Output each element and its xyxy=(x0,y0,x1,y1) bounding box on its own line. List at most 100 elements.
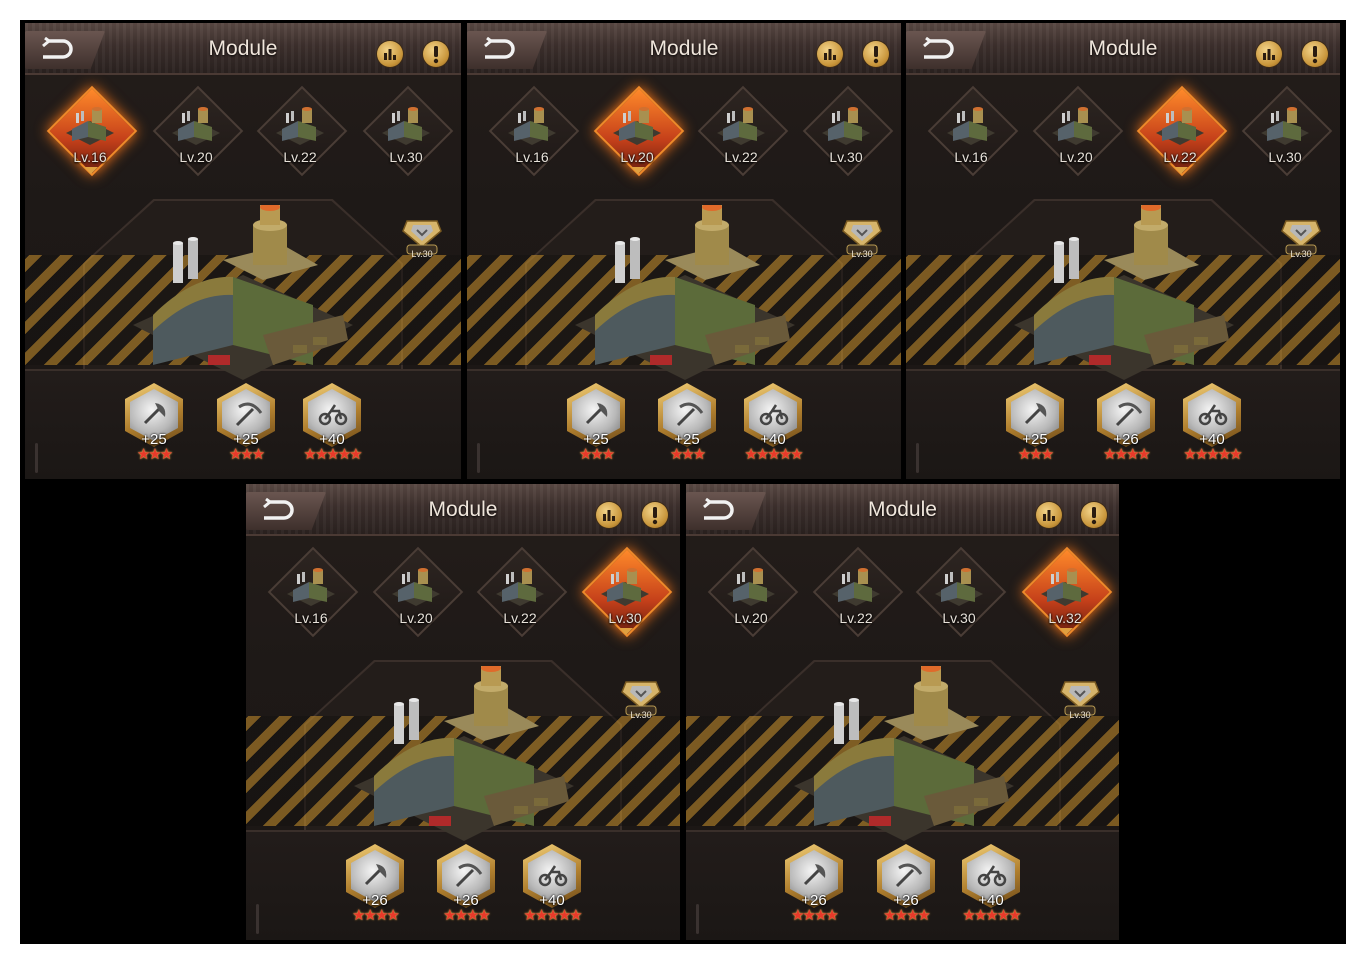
motorcycle-icon xyxy=(759,404,789,426)
module-slot-2[interactable]: +26 ★★★★ xyxy=(871,842,941,926)
tier-level-label: Lv.22 xyxy=(1163,149,1197,165)
tier-option-4[interactable]: Lv.30 xyxy=(581,546,673,638)
module-slot-2[interactable]: +26 ★★★★ xyxy=(431,842,501,926)
exclamation-icon xyxy=(433,46,439,64)
module-slot-3[interactable]: +40 ★★★★★ xyxy=(738,381,808,465)
tier-option-3[interactable]: Lv.22 xyxy=(1136,85,1228,177)
star-rating: ★★★ xyxy=(136,446,173,463)
pickaxe-icon xyxy=(895,863,923,888)
factory-thumbnail-icon xyxy=(1037,562,1093,615)
tier-option-2[interactable]: Lv.20 xyxy=(152,85,244,177)
tier-option-1[interactable]: Lv.16 xyxy=(46,85,138,177)
tier-option-4[interactable]: Lv.30 xyxy=(802,85,894,177)
tier-level-label: Lv.22 xyxy=(839,610,873,626)
axe-icon xyxy=(803,864,826,886)
badge-level-label: Lv.30 xyxy=(411,249,433,259)
stats-button[interactable] xyxy=(596,502,622,528)
axe-icon xyxy=(1024,403,1047,425)
factory-thumbnail-icon xyxy=(272,101,328,154)
info-button[interactable] xyxy=(863,41,889,67)
factory-thumbnail-icon xyxy=(283,562,339,615)
badge-level-label: Lv.30 xyxy=(1290,249,1312,259)
module-slot-3[interactable]: +40 ★★★★★ xyxy=(297,381,367,465)
module-slot-1[interactable]: +26 ★★★★ xyxy=(779,842,849,926)
level-badge[interactable]: Lv.30 xyxy=(397,215,447,265)
tier-option-2[interactable]: Lv.22 xyxy=(812,546,904,638)
tier-option-2[interactable]: Lv.20 xyxy=(1032,85,1124,177)
stats-button[interactable] xyxy=(1256,41,1282,67)
stats-button[interactable] xyxy=(377,41,403,67)
scrollbar[interactable] xyxy=(916,443,919,473)
module-slot-3[interactable]: +40 ★★★★★ xyxy=(517,842,587,926)
stats-button[interactable] xyxy=(1036,502,1062,528)
tier-option-3[interactable]: Lv.22 xyxy=(476,546,568,638)
tier-option-3[interactable]: Lv.22 xyxy=(256,85,348,177)
module-slot-3[interactable]: +40 ★★★★★ xyxy=(956,842,1026,926)
scrollbar[interactable] xyxy=(477,443,480,473)
info-button[interactable] xyxy=(423,41,449,67)
tier-level-label: Lv.30 xyxy=(608,610,642,626)
tier-level-label: Lv.30 xyxy=(389,149,423,165)
factory-building-illustration xyxy=(354,666,574,841)
stats-button[interactable] xyxy=(817,41,843,67)
pickaxe-icon xyxy=(455,863,483,888)
tier-level-label: Lv.20 xyxy=(620,149,654,165)
star-rating: ★★★★ xyxy=(443,907,491,924)
exclamation-icon xyxy=(1091,507,1097,525)
selected-indicator xyxy=(84,167,98,174)
module-panel-5: Module Lv.20 Lv.22 Lv.30 Lv.32 Lv.30 +26… xyxy=(686,484,1119,940)
info-button[interactable] xyxy=(1081,502,1107,528)
tier-level-label: Lv.32 xyxy=(1048,610,1082,626)
tier-option-3[interactable]: Lv.30 xyxy=(915,546,1007,638)
module-slot-3[interactable]: +40 ★★★★★ xyxy=(1177,381,1247,465)
factory-thumbnail-icon xyxy=(492,562,548,615)
module-slot-2[interactable]: +26 ★★★★ xyxy=(1091,381,1161,465)
bar-chart-icon xyxy=(603,510,615,521)
tier-option-2[interactable]: Lv.20 xyxy=(372,546,464,638)
selected-indicator xyxy=(1174,167,1188,174)
selected-indicator xyxy=(1059,628,1073,635)
level-badge[interactable]: Lv.30 xyxy=(1276,215,1326,265)
factory-thumbnail-icon xyxy=(378,101,434,154)
scrollbar[interactable] xyxy=(35,443,38,473)
tier-option-1[interactable]: Lv.16 xyxy=(267,546,359,638)
module-slot-1[interactable]: +25 ★★★ xyxy=(119,381,189,465)
module-slot-1[interactable]: +25 ★★★ xyxy=(561,381,631,465)
star-rating: ★★★ xyxy=(1017,446,1054,463)
factory-thumbnail-icon xyxy=(931,562,987,615)
module-panel-2: Module Lv.16 Lv.20 Lv.22 Lv.30 Lv.30 +25… xyxy=(467,23,901,479)
motorcycle-icon xyxy=(977,865,1007,887)
factory-thumbnail-icon xyxy=(168,101,224,154)
star-rating: ★★★★★ xyxy=(1183,446,1242,463)
tier-option-1[interactable]: Lv.16 xyxy=(488,85,580,177)
screenshot-collage: Module Lv.16 Lv.20 Lv.22 Lv.30 Lv.30 +25… xyxy=(20,20,1346,944)
star-rating: ★★★★★ xyxy=(523,907,582,924)
tier-option-4[interactable]: Lv.30 xyxy=(362,85,454,177)
module-panel-4: Module Lv.16 Lv.20 Lv.22 Lv.30 Lv.30 +26… xyxy=(246,484,680,940)
tier-option-4[interactable]: Lv.32 xyxy=(1021,546,1113,638)
module-slot-1[interactable]: +26 ★★★★ xyxy=(340,842,410,926)
star-rating: ★★★★ xyxy=(352,907,400,924)
bar-chart-icon xyxy=(384,49,396,60)
tier-option-4[interactable]: Lv.30 xyxy=(1241,85,1333,177)
tier-level-label: Lv.22 xyxy=(283,149,317,165)
header-bar: Module xyxy=(246,484,680,536)
tier-option-2[interactable]: Lv.20 xyxy=(593,85,685,177)
tier-level-label: Lv.20 xyxy=(1059,149,1093,165)
factory-thumbnail-icon xyxy=(388,562,444,615)
level-badge[interactable]: Lv.30 xyxy=(616,676,666,726)
scrollbar[interactable] xyxy=(256,904,259,934)
tier-option-3[interactable]: Lv.22 xyxy=(697,85,789,177)
tier-option-1[interactable]: Lv.16 xyxy=(927,85,1019,177)
module-slot-2[interactable]: +25 ★★★ xyxy=(211,381,281,465)
info-button[interactable] xyxy=(1302,41,1328,67)
level-badge[interactable]: Lv.30 xyxy=(837,215,887,265)
tier-level-label: Lv.16 xyxy=(294,610,328,626)
scrollbar[interactable] xyxy=(696,904,699,934)
module-slot-1[interactable]: +25 ★★★ xyxy=(1000,381,1070,465)
level-badge[interactable]: Lv.30 xyxy=(1055,676,1105,726)
tier-option-1[interactable]: Lv.20 xyxy=(707,546,799,638)
info-button[interactable] xyxy=(642,502,668,528)
module-slot-2[interactable]: +25 ★★★ xyxy=(652,381,722,465)
factory-building-illustration xyxy=(133,205,353,380)
